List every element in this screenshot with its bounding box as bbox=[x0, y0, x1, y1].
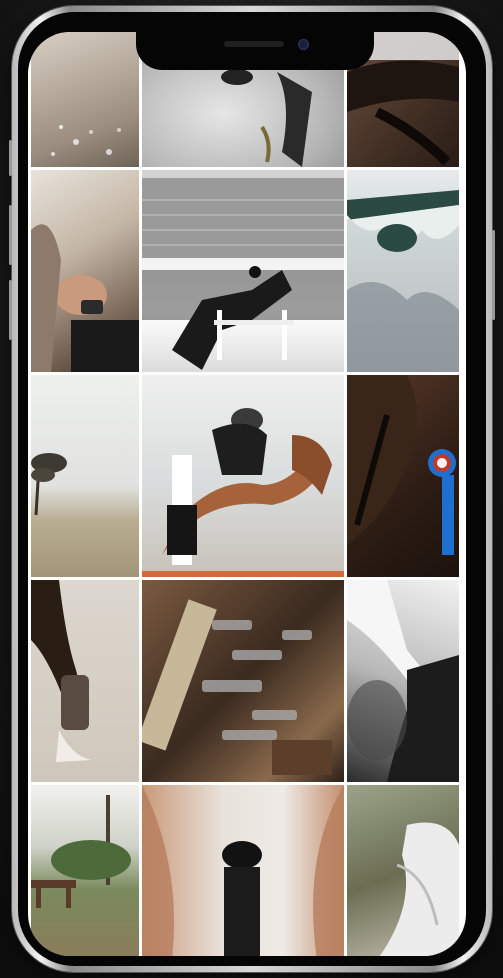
photo-icon bbox=[142, 599, 332, 775]
photo-icon bbox=[31, 580, 91, 762]
side-button-right bbox=[492, 230, 495, 320]
photo-icon bbox=[347, 580, 459, 782]
grid-photo-6[interactable] bbox=[347, 170, 459, 372]
photo-icon bbox=[31, 453, 67, 516]
photo-icon bbox=[142, 408, 344, 577]
photo-icon bbox=[31, 795, 131, 908]
photo-icon bbox=[379, 822, 459, 956]
grid-photo-1[interactable] bbox=[31, 32, 139, 167]
grid-photo-13[interactable] bbox=[31, 785, 139, 956]
photo-grid bbox=[31, 32, 466, 956]
grid-photo-7[interactable] bbox=[31, 375, 139, 577]
photo-icon bbox=[347, 375, 456, 555]
grid-photo-11[interactable] bbox=[142, 580, 344, 782]
photo-icon bbox=[142, 785, 344, 956]
photo-icon bbox=[142, 178, 344, 370]
side-button-left-bottom bbox=[9, 280, 12, 340]
side-button-left-top bbox=[9, 140, 12, 176]
grid-photo-5[interactable] bbox=[142, 170, 344, 372]
side-button-left-mid bbox=[9, 205, 12, 265]
grid-photo-9[interactable] bbox=[347, 375, 459, 577]
grid-photo-8[interactable] bbox=[142, 375, 344, 577]
grid-photo-15[interactable] bbox=[347, 785, 459, 956]
grid-photo-10[interactable] bbox=[31, 580, 139, 782]
phone-notch bbox=[136, 32, 374, 70]
photo-icon bbox=[31, 224, 139, 372]
front-camera-icon bbox=[298, 39, 309, 50]
grid-photo-4[interactable] bbox=[31, 170, 139, 372]
grid-photo-14[interactable] bbox=[142, 785, 344, 956]
speaker-grille bbox=[224, 41, 284, 47]
photo-icon bbox=[51, 125, 121, 156]
grid-photo-12[interactable] bbox=[347, 580, 459, 782]
phone-screen bbox=[28, 32, 466, 956]
photo-icon bbox=[347, 190, 459, 372]
